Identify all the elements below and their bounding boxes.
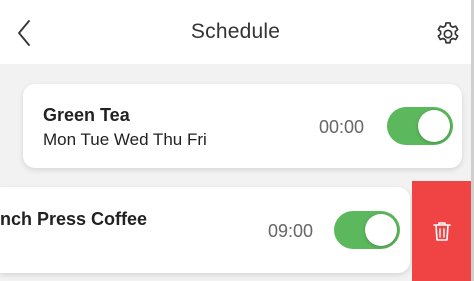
schedule-time: 09:00 [268, 221, 314, 241]
toggle-knob [365, 214, 397, 246]
schedule-item[interactable]: nch Press Coffee 09:00 [0, 187, 410, 273]
settings-button[interactable] [433, 19, 463, 49]
page-title: Schedule [190, 20, 281, 43]
back-button[interactable] [12, 18, 36, 48]
toggle-knob [418, 110, 450, 142]
schedule-time: 00:00 [319, 117, 365, 137]
schedule-name: Green Tea [43, 105, 130, 125]
schedule-screen: Schedule Green Tea Mon Tue Wed Thu Fri 0… [0, 0, 474, 281]
schedule-name: nch Press Coffee [0, 209, 148, 229]
trash-icon [432, 222, 451, 241]
schedule-toggle[interactable] [334, 211, 400, 249]
schedule-item[interactable]: Green Tea Mon Tue Wed Thu Fri 00:00 [23, 84, 462, 168]
delete-button[interactable] [412, 181, 471, 281]
chevron-left-icon [18, 20, 30, 46]
schedule-toggle[interactable] [387, 107, 453, 145]
gear-icon [437, 22, 459, 44]
header-bar: Schedule [0, 0, 471, 64]
schedule-days: Mon Tue Wed Thu Fri [43, 130, 207, 149]
